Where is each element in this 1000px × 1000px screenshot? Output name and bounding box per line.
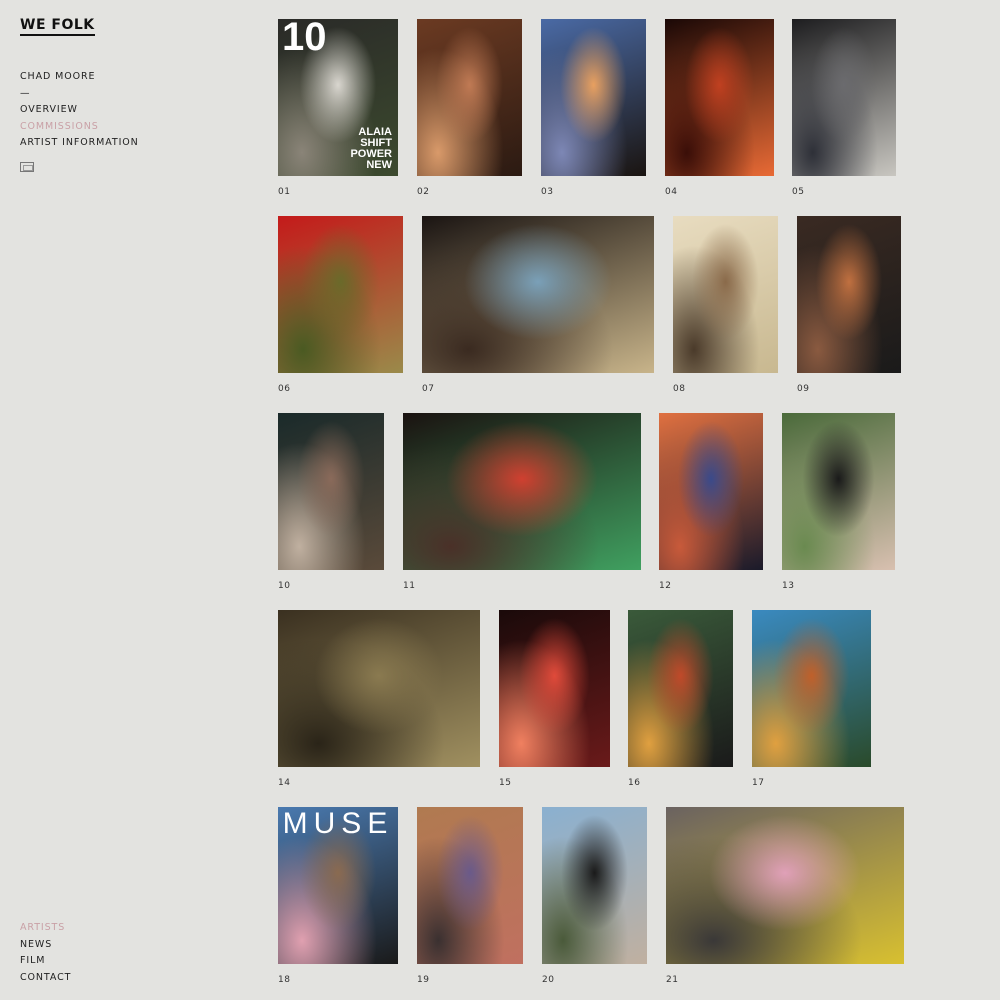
photo-thumbnail-09[interactable] (797, 216, 901, 373)
photo-thumbnail-08[interactable] (673, 216, 778, 373)
photo-thumbnail-18[interactable]: MUSE (278, 807, 398, 964)
photo-thumbnail-20[interactable] (542, 807, 647, 964)
photo-caption-20: 20 (542, 975, 555, 985)
photo-caption-01: 01 (278, 187, 291, 197)
photo-caption-21: 21 (666, 975, 679, 985)
photo-thumbnail-14[interactable] (278, 610, 480, 767)
photo-thumbnail-10[interactable] (278, 413, 384, 570)
cover-ten-line: NEW (366, 159, 392, 171)
grid-view-icon[interactable] (20, 162, 34, 172)
photo-thumbnail-06[interactable] (278, 216, 403, 373)
nav-separator: — (20, 87, 31, 99)
photo-caption-18: 18 (278, 975, 291, 985)
photo-thumbnail-21[interactable] (666, 807, 904, 964)
photo-caption-16: 16 (628, 778, 641, 788)
photo-caption-02: 02 (417, 187, 430, 197)
nav-artist-information[interactable]: ARTIST INFORMATION (20, 135, 139, 152)
photo-thumbnail-12[interactable] (659, 413, 763, 570)
photo-caption-04: 04 (665, 187, 678, 197)
cover-muse-title: MUSE (282, 807, 394, 840)
footer-nav-artists[interactable]: ARTISTS (20, 920, 71, 937)
site-logo[interactable]: WE FOLK (20, 17, 95, 36)
photo-caption-08: 08 (673, 384, 686, 394)
photo-thumbnail-02[interactable] (417, 19, 522, 176)
photo-caption-03: 03 (541, 187, 554, 197)
photo-caption-11: 11 (403, 581, 416, 591)
photo-thumbnail-03[interactable] (541, 19, 646, 176)
photo-caption-14: 14 (278, 778, 291, 788)
cover-ten-headline: ALAIA SHIFT POWER NEW (350, 127, 392, 171)
photo-caption-05: 05 (792, 187, 805, 197)
photo-thumbnail-13[interactable] (782, 413, 895, 570)
photo-caption-12: 12 (659, 581, 672, 591)
photo-caption-13: 13 (782, 581, 795, 591)
photo-thumbnail-07[interactable] (422, 216, 654, 373)
photo-thumbnail-17[interactable] (752, 610, 871, 767)
photo-caption-17: 17 (752, 778, 765, 788)
photo-thumbnail-05[interactable] (792, 19, 896, 176)
photo-thumbnail-16[interactable] (628, 610, 733, 767)
photo-caption-09: 09 (797, 384, 810, 394)
footer-nav-film[interactable]: FILM (20, 953, 71, 970)
photo-caption-15: 15 (499, 778, 512, 788)
photo-caption-07: 07 (422, 384, 435, 394)
footer-nav-news[interactable]: NEWS (20, 937, 71, 954)
photo-thumbnail-04[interactable] (665, 19, 774, 176)
photo-caption-10: 10 (278, 581, 291, 591)
artist-name-link[interactable]: CHAD MOORE (20, 69, 139, 86)
nav-overview[interactable]: OVERVIEW (20, 102, 139, 119)
photo-thumbnail-15[interactable] (499, 610, 610, 767)
photo-caption-06: 06 (278, 384, 291, 394)
artist-nav: CHAD MOORE — OVERVIEW COMMISSIONS ARTIST… (20, 69, 139, 152)
nav-commissions[interactable]: COMMISSIONS (20, 119, 139, 136)
footer-nav: ARTISTS NEWS FILM CONTACT (20, 920, 71, 986)
cover-ten-number: 10 (282, 19, 327, 59)
footer-nav-contact[interactable]: CONTACT (20, 970, 71, 987)
photo-thumbnail-01[interactable]: 10 ALAIA SHIFT POWER NEW (278, 19, 398, 176)
photo-thumbnail-19[interactable] (417, 807, 523, 964)
photo-caption-19: 19 (417, 975, 430, 985)
photo-thumbnail-11[interactable] (403, 413, 641, 570)
